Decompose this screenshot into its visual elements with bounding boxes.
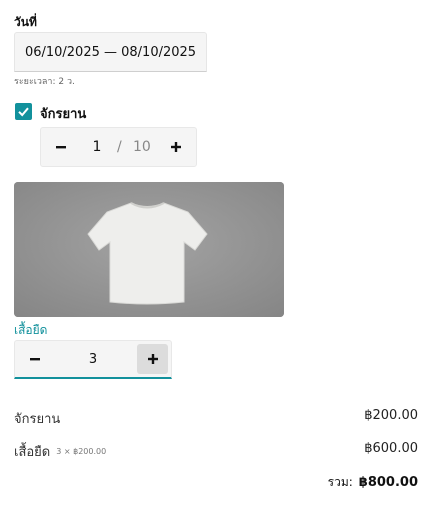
tshirt-product-image: [14, 182, 284, 317]
plus-icon: [147, 354, 158, 364]
tshirt-label: เสื้อยืด: [14, 323, 48, 337]
summary-item-price: ฿600.00: [364, 441, 418, 456]
summary-item-name: จักรยาน: [14, 412, 61, 427]
tshirt-increment-button[interactable]: [137, 344, 168, 374]
bicycle-decrement-button[interactable]: [43, 128, 79, 166]
bicycle-quantity-separator: /: [117, 139, 122, 155]
tshirt-quantity-value[interactable]: 3: [75, 341, 111, 378]
date-label: วันที่: [14, 15, 37, 29]
rental-duration: ระยะเวลา: 2 ว.: [14, 77, 75, 87]
total-label: รวม:: [327, 475, 353, 489]
tshirt-illustration: [14, 182, 284, 317]
tshirt-decrement-button[interactable]: [17, 341, 53, 377]
bicycle-checkbox[interactable]: [15, 103, 32, 120]
summary-item-price: ฿200.00: [364, 408, 418, 423]
bicycle-quantity-stepper: 1 / 10: [40, 127, 197, 167]
date-range-field[interactable]: 06/10/2025 — 08/10/2025: [14, 32, 207, 72]
bicycle-quantity-value[interactable]: 1: [85, 128, 109, 166]
total-value: ฿800.00: [358, 475, 418, 490]
bicycle-quantity-max: 10: [133, 139, 151, 155]
order-total: รวม: ฿800.00: [328, 473, 418, 492]
summary-item-name: เสื้อยืด: [14, 445, 51, 460]
summary-line-tshirt: เสื้อยืด 3 × ฿200.00 ฿600.00: [14, 441, 418, 460]
summary-line-bicycle: จักรยาน ฿200.00: [14, 408, 418, 427]
minus-icon: [56, 146, 66, 149]
tshirt-quantity-stepper: 3: [14, 340, 172, 379]
bicycle-checkbox-label[interactable]: จักรยาน: [40, 103, 86, 124]
minus-icon: [30, 358, 40, 361]
summary-item-detail: 3 × ฿200.00: [56, 447, 107, 456]
bicycle-increment-button[interactable]: [158, 128, 194, 166]
plus-icon: [171, 142, 181, 152]
checkmark-icon: [18, 107, 29, 117]
